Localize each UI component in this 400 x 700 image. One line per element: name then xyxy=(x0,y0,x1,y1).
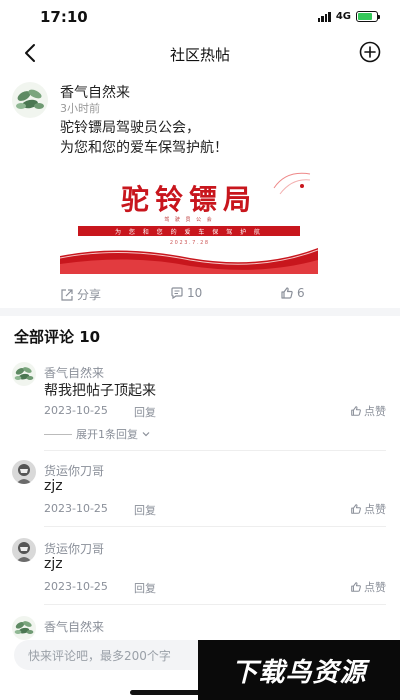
page-title: 社区热帖 xyxy=(169,46,230,64)
comment-date: 2023-10-25 xyxy=(44,404,108,417)
battery-icon xyxy=(356,11,380,22)
avatar[interactable] xyxy=(12,82,48,118)
thumbs-up-icon xyxy=(351,582,361,592)
avatar[interactable] xyxy=(12,538,36,562)
section-divider xyxy=(0,308,400,316)
comment-like-button[interactable]: 点赞 xyxy=(350,403,386,419)
post-time: 3小时前 xyxy=(60,102,100,115)
comment-date: 2023-10-25 xyxy=(44,502,108,515)
user-avatar-icon xyxy=(12,538,36,562)
red-wave-decoration xyxy=(60,248,318,274)
ribbon-decoration xyxy=(273,172,311,195)
user-avatar-icon xyxy=(12,460,36,484)
status-indicators: 4G xyxy=(317,11,380,22)
post-author[interactable]: 香气自然来 xyxy=(60,82,130,102)
like-label: 点赞 xyxy=(364,503,386,516)
expand-replies-button[interactable]: 展开1条回复 xyxy=(44,426,150,442)
comment-text: zjz xyxy=(44,556,63,572)
thumbs-up-icon xyxy=(351,406,361,416)
avatar[interactable] xyxy=(12,460,36,484)
comment-like-button[interactable]: 点赞 xyxy=(350,501,386,517)
nav-bar: 社区热帖 xyxy=(0,36,400,70)
post-image[interactable]: 驼铃镖局 驾 驶 员 公 会 为 您 和 您 的 爱 车 保 驾 护 航 2 0… xyxy=(60,164,318,274)
comment-separator xyxy=(44,526,386,527)
watermark-text: 下载鸟资源 xyxy=(231,657,367,688)
post-text: 驼铃镖局驾驶员公会， 为您和您的爱车保驾护航！ xyxy=(60,118,380,158)
leaf-avatar-icon xyxy=(12,82,48,118)
leaf-avatar-icon xyxy=(12,362,36,386)
share-button[interactable]: 分享 xyxy=(60,286,101,303)
thumbs-up-icon xyxy=(281,287,293,299)
add-circle-icon[interactable] xyxy=(358,40,382,64)
expand-label: 展开1条回复 xyxy=(76,428,138,441)
comments-title: 全部评论 10 xyxy=(14,328,101,346)
like-label: 点赞 xyxy=(364,405,386,418)
comment-author[interactable]: 香气自然来 xyxy=(44,618,104,635)
post-actions: 分享 10 6 xyxy=(60,286,382,304)
comment-author[interactable]: 货运你刀哥 xyxy=(44,540,104,557)
network-type: 4G xyxy=(335,11,351,22)
reply-button[interactable]: 回复 xyxy=(134,404,156,420)
status-time: 17:10 xyxy=(40,8,88,26)
status-bar: 17:10 4G xyxy=(0,0,400,36)
share-label: 分享 xyxy=(77,288,102,302)
comment-text: 帮我把帖子顶起来 xyxy=(44,383,156,399)
comment-icon xyxy=(171,287,183,300)
comment-author[interactable]: 香气自然来 xyxy=(44,364,104,381)
signal-icon xyxy=(317,11,331,22)
post-text-line: 为您和您的爱车保驾护航！ xyxy=(60,140,228,156)
comment-count: 10 xyxy=(187,286,203,300)
comment-author[interactable]: 货运你刀哥 xyxy=(44,462,104,479)
comment-separator xyxy=(44,450,386,451)
comment-like-button[interactable]: 点赞 xyxy=(350,579,386,595)
post-text-line: 驼铃镖局驾驶员公会， xyxy=(60,120,200,136)
comment-separator xyxy=(44,604,386,605)
watermark-logo: 下载鸟资源 xyxy=(198,640,400,700)
avatar[interactable] xyxy=(12,362,36,386)
like-label: 点赞 xyxy=(364,581,386,594)
share-icon xyxy=(61,288,73,301)
comment-date: 2023-10-25 xyxy=(44,580,108,593)
reply-button[interactable]: 回复 xyxy=(134,580,156,596)
expand-line xyxy=(44,433,72,435)
leaf-avatar-icon xyxy=(12,616,36,640)
like-button[interactable]: 6 xyxy=(280,286,305,300)
comment-text: zjz xyxy=(44,478,63,494)
like-count: 6 xyxy=(297,286,305,300)
avatar[interactable] xyxy=(12,616,36,640)
image-subtitle: 驾 驶 员 公 会 xyxy=(164,217,214,223)
thumbs-up-icon xyxy=(351,504,361,514)
comment-button[interactable]: 10 xyxy=(170,286,202,300)
reply-button[interactable]: 回复 xyxy=(134,502,156,518)
chevron-down-icon xyxy=(142,432,150,437)
